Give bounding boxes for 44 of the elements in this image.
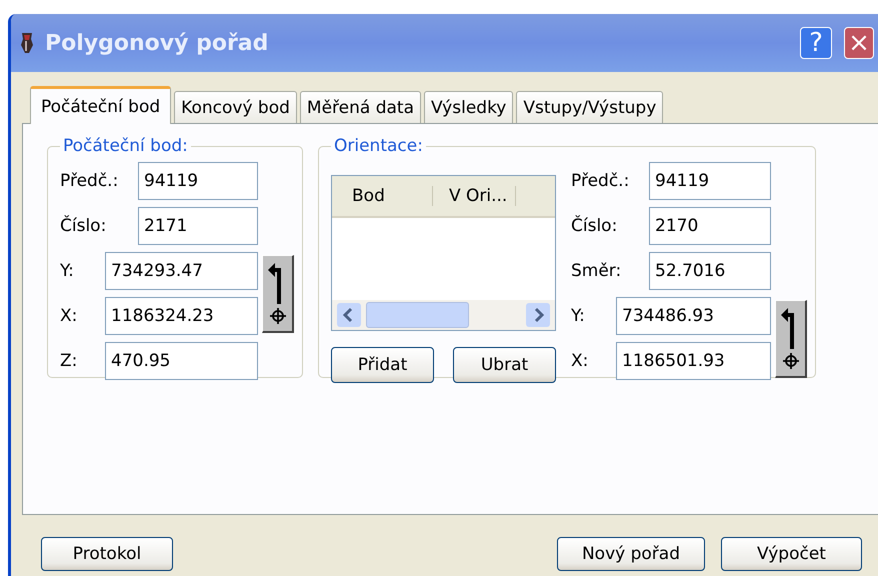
input-field[interactable]: 2171 bbox=[138, 207, 258, 245]
scroll-right-icon[interactable] bbox=[525, 302, 551, 328]
tab[interactable]: Koncový bod bbox=[174, 91, 297, 123]
field-label: X: bbox=[571, 351, 590, 371]
group-title: Počáteční bod: bbox=[62, 136, 189, 156]
window-title: Polygonový pořad bbox=[45, 30, 268, 56]
input-field[interactable]: 734486.93 bbox=[616, 297, 771, 335]
dialog-button[interactable]: Protokol bbox=[41, 537, 173, 571]
column-header[interactable]: V Ori... bbox=[433, 186, 516, 206]
field-label: Z: bbox=[60, 351, 78, 371]
input-field[interactable]: 94119 bbox=[649, 162, 771, 200]
tab[interactable]: Měřená data bbox=[300, 91, 421, 123]
input-field[interactable]: 1186501.93 bbox=[616, 342, 771, 380]
group-title: Orientace: bbox=[333, 136, 424, 156]
column-header[interactable]: Bod bbox=[332, 186, 433, 206]
help-button[interactable]: ? bbox=[800, 27, 832, 59]
field-label: Y: bbox=[60, 261, 75, 281]
app-icon bbox=[19, 31, 35, 55]
field-label: Číslo: bbox=[571, 216, 618, 236]
input-field[interactable]: 52.7016 bbox=[649, 252, 771, 290]
field-label: Číslo: bbox=[60, 216, 108, 236]
input-field[interactable]: 734293.47 bbox=[105, 252, 258, 290]
input-field[interactable]: 1186324.23 bbox=[105, 297, 258, 335]
tab[interactable]: Výsledky bbox=[424, 91, 514, 123]
field-label: Y: bbox=[571, 306, 586, 326]
field-label: Předč.: bbox=[571, 171, 630, 191]
tab[interactable]: Počáteční bod bbox=[30, 86, 172, 124]
dialog-button[interactable]: Přidat bbox=[331, 347, 434, 383]
scroll-left-icon[interactable] bbox=[336, 302, 362, 328]
input-field[interactable]: 94119 bbox=[138, 162, 258, 200]
pick-point-button[interactable] bbox=[775, 300, 807, 378]
close-button[interactable]: × bbox=[844, 27, 874, 59]
input-field[interactable]: 470.95 bbox=[105, 342, 258, 380]
field-label: Předč.: bbox=[60, 171, 120, 191]
input-field[interactable]: 2170 bbox=[649, 207, 771, 245]
scroll-thumb[interactable] bbox=[366, 302, 469, 328]
scrollbar[interactable] bbox=[332, 300, 555, 330]
pick-point-button[interactable] bbox=[262, 255, 294, 333]
dialog-button[interactable]: Nový pořad bbox=[557, 537, 705, 571]
field-label: Směr: bbox=[571, 261, 622, 281]
field-label: X: bbox=[60, 306, 78, 326]
tab[interactable]: Vstupy/Výstupy bbox=[516, 91, 664, 123]
dialog-button[interactable]: Výpočet bbox=[721, 537, 862, 571]
dialog-button[interactable]: Ubrat bbox=[453, 347, 556, 383]
